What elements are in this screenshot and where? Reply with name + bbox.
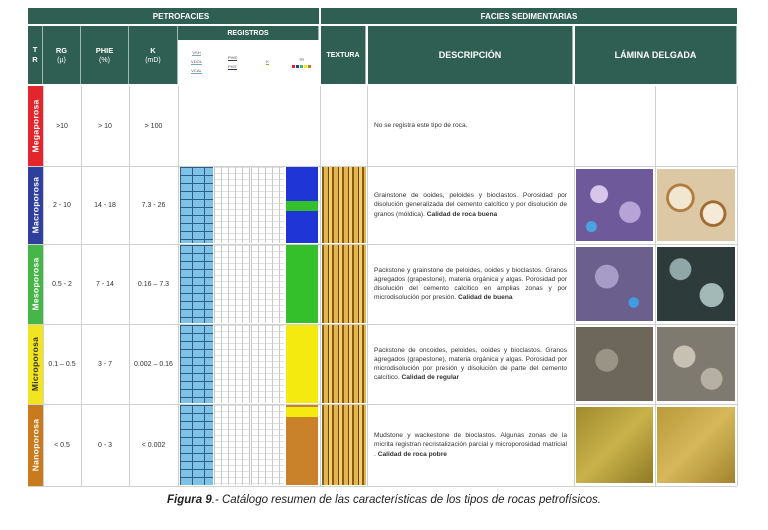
core-texture-image bbox=[322, 405, 366, 485]
quality-label: Calidad de roca pobre bbox=[377, 450, 447, 458]
rg-value: >10 bbox=[56, 122, 68, 130]
permeability-log-track bbox=[251, 405, 284, 485]
registros-legend-track2: PHIE PHIT bbox=[216, 42, 249, 82]
permeability-log-track bbox=[251, 325, 284, 403]
rg-value: 0.1 – 0.5 bbox=[48, 360, 76, 368]
header-textura: TEXTURA bbox=[321, 26, 366, 84]
rock-type-track bbox=[286, 167, 318, 243]
registros-legend-track4: TR bbox=[286, 42, 317, 82]
rg-value: < 0.5 bbox=[54, 441, 70, 449]
rock-type-track bbox=[286, 245, 318, 323]
thin-section-image bbox=[576, 407, 653, 483]
registros-legend-track1: VSH VDOL VCAL bbox=[180, 42, 213, 82]
lithology-track bbox=[180, 245, 213, 323]
thin-section-image bbox=[576, 247, 653, 321]
figure-caption: Figura 9.- Catálogo resumen de las carac… bbox=[0, 494, 768, 512]
k-value: 0.002 – 0.16 bbox=[134, 360, 173, 368]
description-text: No se registra este tipo de roca. bbox=[374, 122, 468, 130]
header-k: K (mD) bbox=[129, 26, 178, 84]
header-rg: RG (µ) bbox=[43, 26, 81, 84]
thin-section-image bbox=[657, 247, 735, 321]
figure-label: Figura 9 bbox=[167, 494, 212, 506]
core-texture-image bbox=[322, 167, 366, 243]
porosity-log-track bbox=[214, 167, 250, 243]
k-value: 0.16 – 7.3 bbox=[137, 280, 170, 288]
k-value: 7.3 - 26 bbox=[141, 201, 166, 209]
registros-legend-track3: K bbox=[252, 42, 283, 82]
porosity-log-track bbox=[214, 405, 250, 485]
description-text: Grainstone de ooides, peloides y bioclas… bbox=[374, 192, 567, 218]
quality-label: Calidad de buena bbox=[457, 294, 513, 302]
quality-label: Calidad de regular bbox=[401, 374, 460, 382]
thin-section-image bbox=[576, 169, 653, 241]
figure-caption-text: .- Catálogo resumen de las característic… bbox=[211, 494, 601, 506]
rock-type-mesoporosa: Mesoporosa bbox=[28, 244, 43, 324]
phie-value: 7 - 14 bbox=[96, 280, 114, 288]
phie-value: 14 - 18 bbox=[94, 201, 116, 209]
lithology-track bbox=[180, 167, 213, 243]
header-registros: REGISTROS bbox=[178, 26, 319, 40]
header-petrofacies: PETROFACIES bbox=[43, 8, 319, 24]
quality-label: Calidad de roca buena bbox=[426, 210, 498, 218]
porosity-log-track bbox=[214, 325, 250, 403]
rock-type-track bbox=[286, 405, 318, 485]
core-texture-image bbox=[322, 245, 366, 323]
phie-value: > 10 bbox=[98, 122, 112, 130]
description-text: Mudstone y wackestone de bioclastos. Alg… bbox=[374, 432, 567, 458]
rock-type-microporosa: Microporosa bbox=[28, 324, 43, 404]
rock-type-macroporosa: Macroporosa bbox=[28, 166, 43, 244]
rg-value: 0.5 - 2 bbox=[52, 280, 72, 288]
phie-value: 0 - 3 bbox=[97, 441, 112, 449]
header-corner bbox=[28, 8, 43, 24]
thin-section-image bbox=[657, 169, 735, 241]
permeability-log-track bbox=[251, 167, 284, 243]
core-texture-image bbox=[322, 325, 366, 403]
phie-value: 3 - 7 bbox=[97, 360, 112, 368]
rock-type-track bbox=[286, 325, 318, 403]
thin-section-image bbox=[657, 327, 735, 401]
description-text: Packstone de oncoides, peloides, ooides … bbox=[374, 346, 567, 382]
porosity-log-track bbox=[214, 245, 250, 323]
k-value: < 0.002 bbox=[141, 441, 166, 449]
header-phie: PHIE (%) bbox=[81, 26, 129, 84]
header-lamina-delgada: LÁMINA DELGADA bbox=[575, 26, 737, 84]
rg-value: 2 - 10 bbox=[53, 201, 71, 209]
header-facies-sedimentarias: FACIES SEDIMENTARIAS bbox=[321, 8, 737, 24]
permeability-log-track bbox=[251, 245, 284, 323]
thin-section-image bbox=[576, 327, 653, 401]
lithology-track bbox=[180, 325, 213, 403]
rock-type-megaporosa: Megaporosa bbox=[28, 86, 43, 166]
lithology-track bbox=[180, 405, 213, 485]
header-descripcion: DESCRIPCIÓN bbox=[368, 26, 573, 84]
thin-section-image bbox=[657, 407, 735, 483]
description-text: Packstone y grainstone de peloides, ooid… bbox=[374, 266, 567, 302]
header-tr: T R bbox=[28, 26, 43, 84]
rock-type-nanoporosa: Nanoporosa bbox=[28, 404, 43, 486]
k-value: > 100 bbox=[144, 122, 163, 130]
